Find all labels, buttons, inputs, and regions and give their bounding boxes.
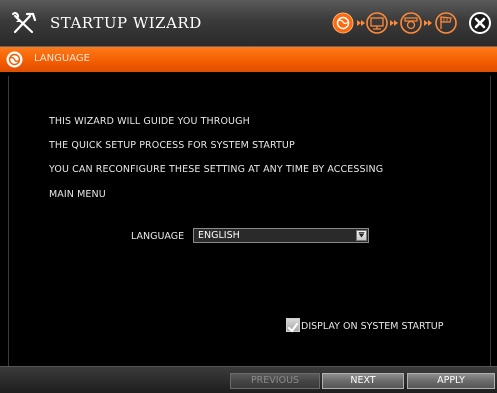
language-select[interactable]: ENGLISH [193,228,369,243]
display-step-icon [366,12,388,34]
tools-icon [11,11,37,34]
bottom-button-bar: PREVIOUS NEXT APPLY [0,366,497,393]
step-arrow-icon [390,20,398,26]
language-step-icon [332,12,354,34]
step-arrow-icon [424,20,432,26]
finish-flag-step-icon [435,12,457,34]
language-value: ENGLISH [198,230,240,241]
wizard-steps [332,12,457,34]
section-header: LANGUAGE [0,47,497,72]
intro-text-line: MAIN MENU [49,189,106,200]
previous-button[interactable]: PREVIOUS [230,373,320,389]
close-icon[interactable] [468,11,492,35]
checkmark-icon [288,323,298,333]
language-label: LANGUAGE [131,231,185,242]
apply-button[interactable]: APPLY [407,373,495,389]
display-on-startup-checkbox[interactable] [286,318,300,333]
intro-text-line: YOU CAN RECONFIGURE THESE SETTING AT ANY… [49,164,384,175]
dropdown-arrow-icon[interactable] [356,230,367,241]
startup-wizard-window: STARTUP WIZARD LANGUAGE THIS WIZARD WILL… [0,0,497,393]
display-on-startup-label: DISPLAY ON SYSTEM STARTUP [301,321,444,332]
step-arrow-icon [357,20,365,26]
section-title: LANGUAGE [34,53,90,64]
camera-step-icon [400,12,422,34]
window-title: STARTUP WIZARD [50,14,202,32]
globe-icon [6,51,23,68]
intro-text-line: THE QUICK SETUP PROCESS FOR SYSTEM START… [49,140,295,151]
next-button[interactable]: NEXT [322,373,404,389]
intro-text-line: THIS WIZARD WILL GUIDE YOU THROUGH [49,116,250,127]
title-bar: STARTUP WIZARD [0,0,497,47]
wizard-content: THIS WIZARD WILL GUIDE YOU THROUGH THE Q… [8,76,491,366]
